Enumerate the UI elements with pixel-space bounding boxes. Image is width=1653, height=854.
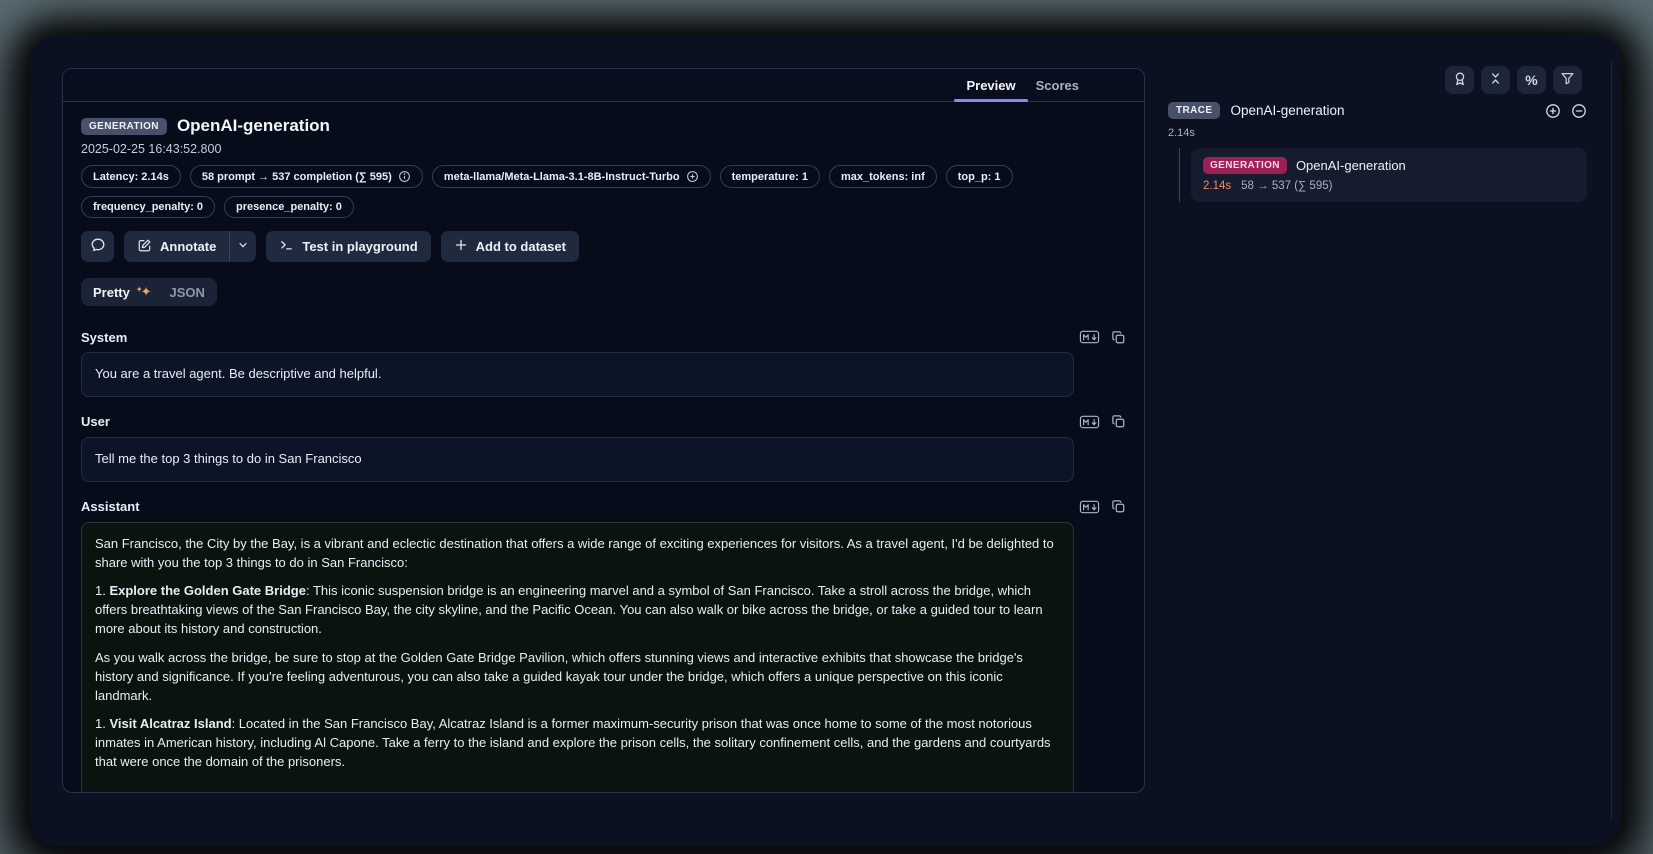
user-section-header: User [81, 414, 1126, 430]
assistant-content: San Francisco, the City by the Bay, is a… [95, 535, 1060, 772]
assistant-label: Assistant [81, 499, 140, 514]
frequency-penalty-chip: frequency_penalty: 0 [81, 196, 215, 218]
medal-icon [1452, 71, 1468, 90]
info-icon[interactable] [398, 170, 411, 183]
plus-icon [454, 238, 468, 255]
metadata-chips: Latency: 2.14s 58 prompt → 537 completio… [81, 165, 1041, 218]
markdown-toggle-icon[interactable] [1079, 329, 1100, 345]
plus-circle-icon[interactable] [686, 170, 699, 183]
view-toggle: Pretty ✦✦ JSON [81, 278, 217, 306]
chevron-down-icon [237, 239, 249, 254]
generation-node-title: OpenAI-generation [1296, 158, 1406, 173]
tab-preview[interactable]: Preview [956, 69, 1025, 101]
observation-preview-panel: Preview Scores GENERATION OpenAI-generat… [62, 68, 1145, 793]
top-p-chip: top_p: 1 [946, 165, 1013, 188]
assistant-section-header: Assistant [81, 499, 1126, 515]
toggle-metrics-button[interactable]: % [1517, 66, 1546, 94]
observation-content: GENERATION OpenAI-generation 2025-02-25 … [63, 102, 1144, 792]
trace-latency: 2.14s [1168, 127, 1195, 139]
trace-title: OpenAI-generation [1230, 103, 1535, 118]
expand-node-icon[interactable] [1545, 103, 1561, 119]
percent-icon: % [1525, 72, 1537, 88]
markdown-toggle-icon[interactable] [1079, 414, 1100, 430]
json-view-toggle[interactable]: JSON [160, 282, 213, 303]
preview-tabbar: Preview Scores [63, 69, 1144, 102]
collapse-node-icon[interactable] [1571, 103, 1587, 119]
sparkles-icon: ✦✦ [136, 284, 150, 300]
assistant-paragraph: San Francisco, the City by the Bay, is a… [95, 535, 1060, 573]
generation-type-badge: GENERATION [81, 118, 167, 135]
system-label: System [81, 330, 127, 345]
action-toolbar: Annotate Test in playground Add to datas… [81, 231, 1126, 262]
scrollbar[interactable] [1611, 62, 1612, 820]
generation-tree-node[interactable]: GENERATION OpenAI-generation 2.14s 58 → … [1191, 148, 1587, 202]
latency-chip: Latency: 2.14s [81, 165, 181, 188]
trace-header-row[interactable]: TRACE OpenAI-generation [1168, 102, 1587, 119]
annotate-button[interactable]: Annotate [124, 231, 229, 262]
copy-icon[interactable] [1111, 414, 1126, 429]
trace-tree: GENERATION OpenAI-generation 2.14s 58 → … [1179, 148, 1587, 202]
copy-icon[interactable] [1111, 499, 1126, 514]
trace-type-badge: TRACE [1168, 102, 1220, 119]
copy-icon[interactable] [1111, 330, 1126, 345]
assistant-paragraph: As you walk across the bridge, be sure t… [95, 649, 1060, 706]
temperature-chip: temperature: 1 [720, 165, 820, 188]
presence-penalty-chip: presence_penalty: 0 [224, 196, 354, 218]
generation-node-tokens: 58 → 537 (∑ 595) [1241, 180, 1332, 192]
collapse-vertical-icon [1488, 71, 1503, 89]
assistant-paragraph: 1. Explore the Golden Gate Bridge: This … [95, 582, 1060, 639]
assistant-message-box: San Francisco, the City by the Bay, is a… [81, 522, 1074, 792]
comment-button[interactable] [81, 231, 114, 262]
terminal-icon [279, 238, 294, 256]
collapse-tree-button[interactable] [1481, 66, 1510, 94]
user-label: User [81, 414, 110, 429]
assistant-paragraph: 1. Visit Alcatraz Island: Located in the… [95, 715, 1060, 772]
page-title: OpenAI-generation [177, 116, 330, 136]
user-message-box: Tell me the top 3 things to do in San Fr… [81, 437, 1074, 482]
system-message-box: You are a travel agent. Be descriptive a… [81, 352, 1074, 397]
trace-panel-actions: % [1440, 66, 1582, 94]
system-section-header: System [81, 329, 1126, 345]
scores-annotation-button[interactable] [1445, 66, 1474, 94]
pretty-view-toggle[interactable]: Pretty ✦✦ [84, 281, 158, 303]
app-window: Preview Scores GENERATION OpenAI-generat… [30, 36, 1622, 846]
token-usage-chip: 58 prompt → 537 completion (∑ 595) [190, 165, 423, 188]
filter-button[interactable] [1553, 66, 1582, 94]
generation-node-badge: GENERATION [1203, 157, 1287, 174]
model-chip[interactable]: meta-llama/Meta-Llama-3.1-8B-Instruct-Tu… [432, 165, 711, 188]
add-to-dataset-button[interactable]: Add to dataset [441, 231, 579, 262]
annotate-split-button: Annotate [124, 231, 256, 262]
max-tokens-chip: max_tokens: inf [829, 165, 937, 188]
generation-node-latency: 2.14s [1203, 180, 1231, 192]
comment-icon [90, 237, 106, 256]
edit-icon [137, 238, 152, 256]
test-in-playground-button[interactable]: Test in playground [266, 231, 430, 262]
markdown-toggle-icon[interactable] [1079, 499, 1100, 515]
start-timestamp: 2025-02-25 16:43:52.800 [81, 142, 1126, 156]
tab-scores[interactable]: Scores [1026, 69, 1089, 101]
annotate-dropdown-button[interactable] [229, 231, 256, 262]
filter-icon [1560, 71, 1575, 89]
